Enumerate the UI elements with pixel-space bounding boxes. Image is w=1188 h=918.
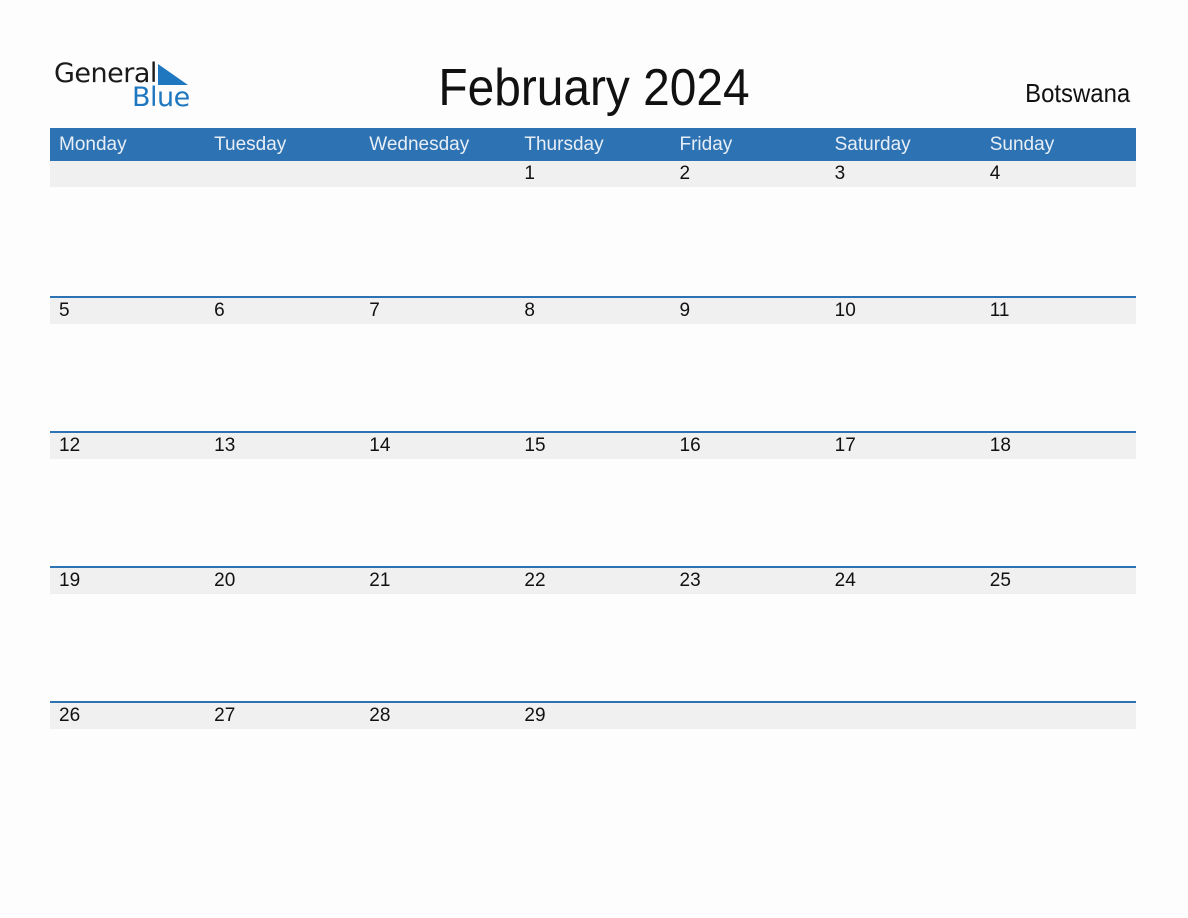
- day-number: 3: [834, 163, 846, 184]
- empty-day-cell: [50, 161, 205, 187]
- day-number: 6: [214, 300, 225, 321]
- day-number: 8: [524, 300, 535, 321]
- calendar-grid: Monday Tuesday Wednesday Thursday Friday…: [50, 128, 1136, 836]
- day-number: 25: [989, 570, 1011, 591]
- day-number: 21: [369, 570, 391, 591]
- day-number: 10: [834, 300, 856, 321]
- weekday-wednesday: Wednesday: [369, 134, 470, 155]
- day-number: 23: [679, 570, 701, 591]
- day-number: 19: [59, 570, 81, 591]
- weekday-thursday: Thursday: [524, 134, 604, 155]
- weekday-monday: Monday: [59, 134, 127, 155]
- empty-day-cell: [826, 703, 981, 729]
- day-number: 22: [524, 570, 546, 591]
- empty-day-cell: [360, 161, 515, 187]
- day-number: 16: [679, 435, 701, 456]
- day-number: 14: [369, 435, 391, 456]
- week-row: 26 27 28 29: [50, 701, 1136, 836]
- weekday-sunday: Sunday: [989, 134, 1055, 155]
- date-strip: 26 27 28 29: [50, 703, 1136, 729]
- empty-day-cell: [671, 703, 826, 729]
- day-number: 13: [214, 435, 236, 456]
- weekday-header-row: Monday Tuesday Wednesday Thursday Friday…: [50, 128, 1136, 161]
- weekday-tuesday: Tuesday: [214, 134, 287, 155]
- calendar-title: February 2024: [438, 59, 750, 117]
- date-strip: 1 2 3 4: [50, 161, 1136, 187]
- day-number: 18: [989, 435, 1011, 456]
- week-row: 5 6 7 8 9 10 11: [50, 296, 1136, 431]
- day-number: 28: [369, 705, 391, 726]
- day-number: 1: [524, 163, 535, 184]
- day-number: 15: [524, 435, 546, 456]
- day-number: 20: [214, 570, 236, 591]
- empty-day-cell: [205, 161, 360, 187]
- day-number: 2: [679, 163, 691, 184]
- day-number: 11: [989, 300, 1010, 321]
- day-number: 5: [59, 300, 70, 321]
- day-number: 27: [214, 705, 236, 726]
- day-number: 7: [369, 300, 380, 321]
- weekday-friday: Friday: [679, 134, 733, 155]
- week-row: 12 13 14 15 16 17 18: [50, 431, 1136, 566]
- empty-day-cell: [981, 703, 1136, 729]
- week-row: 1 2 3 4: [50, 161, 1136, 296]
- day-number: 4: [989, 163, 1001, 184]
- date-strip: 12 13 14 15 16 17 18: [50, 433, 1136, 459]
- day-number: 9: [679, 300, 691, 321]
- week-row: 19 20 21 22 23 24 25: [50, 566, 1136, 701]
- weeks-container: 1 2 3 4 5 6 7 8 9 10 11 12 13 14 15 16 17 18 19 20 21 22 23 24 2…: [50, 161, 1136, 836]
- date-strip: 5 6 7 8 9 10 11: [50, 298, 1136, 324]
- day-number: 26: [59, 705, 81, 726]
- country-label: Botswana: [1024, 78, 1130, 108]
- date-strip: 19 20 21 22 23 24 25: [50, 568, 1136, 594]
- day-number: 29: [524, 705, 546, 726]
- weekday-saturday: Saturday: [834, 134, 911, 155]
- day-number: 17: [834, 435, 856, 456]
- day-number: 24: [834, 570, 856, 591]
- day-number: 12: [59, 435, 81, 456]
